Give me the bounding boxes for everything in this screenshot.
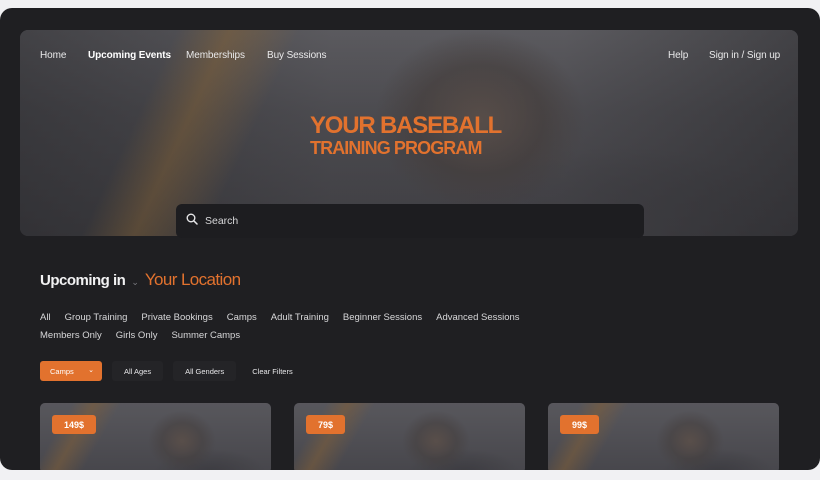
event-card[interactable]: 79$ [294, 403, 525, 470]
clear-filters-button[interactable]: Clear Filters [240, 361, 304, 381]
category-summer-camps[interactable]: Summer Camps [171, 330, 240, 341]
chevron-down-icon[interactable]: ⌄ [131, 277, 139, 288]
category-advanced-sessions[interactable]: Advanced Sessions [436, 312, 519, 323]
search-bar[interactable]: Search [176, 204, 644, 238]
ages-filter[interactable]: All Ages [112, 361, 164, 381]
category-girls-only[interactable]: Girls Only [116, 330, 158, 341]
category-private-bookings[interactable]: Private Bookings [141, 312, 212, 323]
top-nav: Home Upcoming Events Memberships Buy Ses… [20, 50, 798, 66]
category-camps[interactable]: Camps [227, 312, 257, 323]
search-input[interactable]: Search [205, 215, 238, 227]
genders-filter[interactable]: All Genders [173, 361, 237, 381]
event-card[interactable]: 149$ [40, 403, 271, 470]
hero-title-line1: YOUR BASEBALL [310, 112, 502, 139]
nav-memberships[interactable]: Memberships [186, 50, 245, 61]
price-badge: 79$ [306, 415, 346, 434]
type-filter-label: Camps [50, 366, 74, 376]
event-card[interactable]: 99$ [548, 403, 779, 470]
nav-help[interactable]: Help [668, 50, 688, 61]
upcoming-heading: Upcoming in ⌄ Your Location [40, 270, 241, 292]
category-group-training[interactable]: Group Training [65, 312, 128, 323]
nav-home[interactable]: Home [40, 50, 66, 61]
category-adult-training[interactable]: Adult Training [271, 312, 329, 323]
category-filters: All Group Training Private Bookings Camp… [40, 308, 600, 344]
price-badge: 99$ [560, 415, 600, 434]
nav-sign-in[interactable]: Sign in / Sign up [709, 50, 780, 61]
nav-upcoming-events[interactable]: Upcoming Events [88, 50, 171, 61]
category-row-1: All Group Training Private Bookings Camp… [40, 308, 600, 326]
location-selector[interactable]: Your Location [145, 270, 241, 290]
upcoming-label: Upcoming in [40, 272, 126, 289]
app-frame: Home Upcoming Events Memberships Buy Ses… [0, 8, 820, 470]
category-members-only[interactable]: Members Only [40, 330, 102, 341]
nav-buy-sessions[interactable]: Buy Sessions [267, 50, 326, 61]
hero-title-line2: TRAINING PROGRAM [310, 138, 483, 158]
chevron-down-icon: ⌄ [88, 367, 94, 374]
category-row-2: Members Only Girls Only Summer Camps [40, 326, 600, 344]
category-all[interactable]: All [40, 312, 51, 323]
filter-bar: Camps ⌄ All Ages All Genders Clear Filte… [40, 360, 305, 382]
category-beginner-sessions[interactable]: Beginner Sessions [343, 312, 422, 323]
search-icon [186, 212, 198, 230]
price-badge: 149$ [52, 415, 97, 434]
type-filter-dropdown[interactable]: Camps ⌄ [40, 361, 102, 381]
